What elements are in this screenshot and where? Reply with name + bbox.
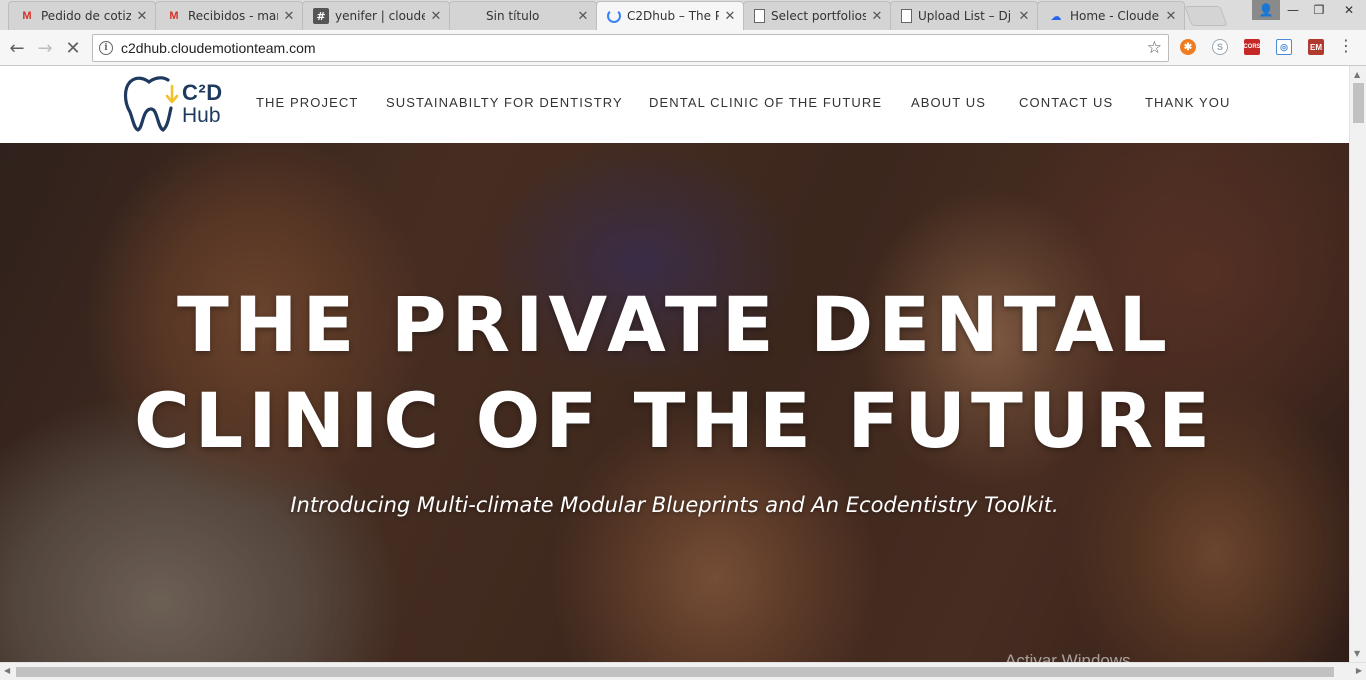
nav-thank-you[interactable]: THANK YOU <box>1145 95 1231 110</box>
horizontal-scrollbar[interactable]: ◀ ▶ <box>0 662 1366 680</box>
scroll-up-icon[interactable]: ▲ <box>1354 70 1360 79</box>
tab-strip: M Pedido de cotiz ✕ M Recibidos - mar ✕ … <box>0 0 1366 30</box>
hash-icon: # <box>313 8 329 24</box>
forward-arrow-icon[interactable]: → <box>34 37 56 59</box>
cloud-icon: ☁ <box>1050 9 1062 23</box>
tab-c2dhub[interactable]: C2Dhub – The P ✕ <box>596 1 744 30</box>
hero-title-line-1: THE PRIVATE DENTAL <box>177 280 1172 369</box>
vertical-scroll-thumb[interactable] <box>1353 83 1364 123</box>
url-text[interactable]: c2dhub.cloudemotionteam.com <box>121 40 316 56</box>
close-window-icon[interactable]: ✕ <box>1332 0 1366 20</box>
browser-menu-icon[interactable]: ⋮ <box>1338 38 1354 54</box>
tab-yenifer[interactable]: # yenifer | clouder ✕ <box>302 1 450 30</box>
hero-banner: THE PRIVATE DENTAL CLINIC OF THE FUTURE … <box>0 143 1349 662</box>
tab-gmail-pedido[interactable]: M Pedido de cotiz ✕ <box>8 1 156 30</box>
nav-the-project[interactable]: THE PROJECT <box>256 95 358 110</box>
site-info-icon[interactable]: i <box>99 41 113 55</box>
horizontal-scroll-thumb[interactable] <box>16 667 1334 677</box>
hero-title-line-2: CLINIC OF THE FUTURE <box>133 376 1216 465</box>
close-tab-icon[interactable]: ✕ <box>1164 9 1178 24</box>
tab-title: Sin título <box>486 9 540 23</box>
c2dhub-logo[interactable]: C²D Hub <box>122 72 232 134</box>
close-tab-icon[interactable]: ✕ <box>429 9 443 24</box>
loading-spinner-icon <box>607 9 621 23</box>
nav-about-us[interactable]: ABOUT US <box>911 95 986 110</box>
scroll-down-icon[interactable]: ▼ <box>1354 649 1360 658</box>
vertical-scrollbar[interactable]: ▲ ▼ <box>1349 66 1366 662</box>
cors-extension-icon[interactable]: CORS <box>1243 39 1261 55</box>
back-arrow-icon[interactable]: ← <box>6 37 28 59</box>
user-profile-icon[interactable]: 👤 <box>1252 0 1280 20</box>
tab-title: Pedido de cotiz <box>41 9 131 23</box>
browser-toolbar: ← → ✕ i c2dhub.cloudemotionteam.com ☆ ✱ … <box>0 30 1366 66</box>
logo-text-hub: Hub <box>182 104 221 127</box>
bookmark-star-icon[interactable]: ☆ <box>1147 38 1162 58</box>
close-tab-icon[interactable]: ✕ <box>135 9 149 24</box>
address-bar[interactable]: i c2dhub.cloudemotionteam.com ☆ <box>92 34 1169 62</box>
close-tab-icon[interactable]: ✕ <box>870 9 884 24</box>
nav-contact-us[interactable]: CONTACT US <box>1019 95 1113 110</box>
scroll-right-icon[interactable]: ▶ <box>1356 666 1362 675</box>
tab-gmail-recibidos[interactable]: M Recibidos - mar ✕ <box>155 1 303 30</box>
hero-subtitle: Introducing Multi-climate Modular Bluepr… <box>290 493 1059 517</box>
logo-text-c2d: C²D <box>182 80 223 105</box>
site-header: C²D Hub THE PROJECT SUSTAINABILTY FOR DE… <box>0 66 1349 143</box>
tab-sin-titulo[interactable]: Sin título ✕ <box>449 1 597 30</box>
window-controls: 👤 — ❐ ✕ <box>1252 0 1366 20</box>
nav-dental-clinic[interactable]: DENTAL CLINIC OF THE FUTURE <box>649 95 882 110</box>
tab-title: yenifer | clouder <box>335 9 425 23</box>
close-tab-icon[interactable]: ✕ <box>282 9 296 24</box>
tab-home-clouder[interactable]: ☁ Home - Clouder ✕ <box>1037 1 1185 30</box>
tab-title: Home - Clouder <box>1070 9 1160 23</box>
close-tab-icon[interactable]: ✕ <box>576 9 590 24</box>
tab-title: C2Dhub – The P <box>627 9 719 23</box>
minimize-icon[interactable]: — <box>1280 0 1306 20</box>
document-icon <box>754 9 765 23</box>
tab-title: Upload List – Dj <box>918 9 1012 23</box>
tab-select-portfolios[interactable]: Select portfolios ✕ <box>743 1 891 30</box>
tab-title: Recibidos - mar <box>188 9 278 23</box>
close-tab-icon[interactable]: ✕ <box>1017 9 1031 24</box>
page-viewport: C²D Hub THE PROJECT SUSTAINABILTY FOR DE… <box>0 66 1349 662</box>
gmail-icon: M <box>169 10 179 22</box>
restore-icon[interactable]: ❐ <box>1306 0 1332 20</box>
tab-upload-list[interactable]: Upload List – Dj ✕ <box>890 1 1038 30</box>
scroll-left-icon[interactable]: ◀ <box>4 666 10 675</box>
gmail-icon: M <box>22 10 32 22</box>
new-tab-button[interactable] <box>1184 6 1228 26</box>
document-icon <box>901 9 912 23</box>
tooth-logo-icon <box>123 76 179 132</box>
close-tab-icon[interactable]: ✕ <box>723 9 737 24</box>
skype-extension-icon[interactable]: S <box>1212 39 1228 55</box>
blue-extension-icon[interactable]: ◎ <box>1276 39 1292 55</box>
stop-loading-icon[interactable]: ✕ <box>62 37 84 59</box>
tab-title: Select portfolios <box>771 9 866 23</box>
windows-activation-watermark: Activar Windows <box>1005 651 1131 662</box>
em-extension-icon[interactable]: EM <box>1308 39 1324 55</box>
nav-sustainability[interactable]: SUSTAINABILTY FOR DENTISTRY <box>386 95 623 110</box>
orange-extension-icon[interactable]: ✱ <box>1180 39 1196 55</box>
